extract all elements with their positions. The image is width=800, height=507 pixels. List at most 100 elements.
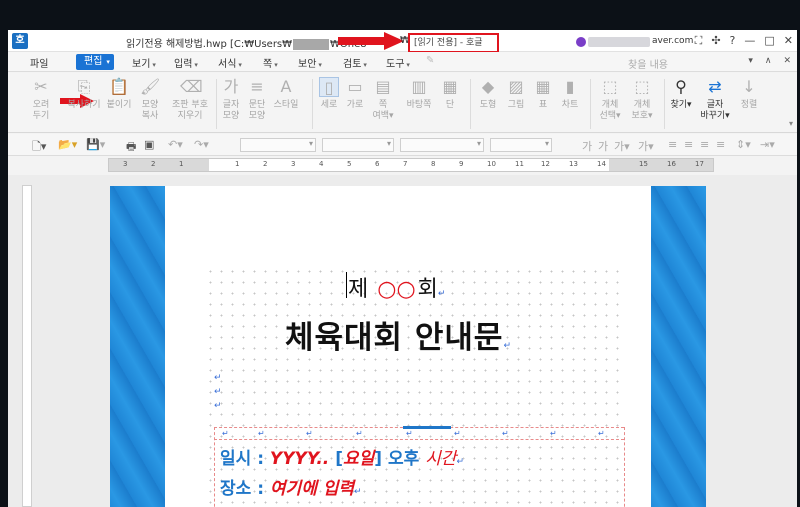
char-shape-button[interactable]: 가 글자 모양 bbox=[220, 77, 242, 122]
menu-tools[interactable]: 도구 ▾ bbox=[386, 55, 410, 70]
columns-button[interactable]: ▦ 단 bbox=[440, 77, 460, 111]
protect-object-button[interactable]: ⬚ 개체 보호▾ bbox=[628, 77, 656, 122]
protect-object-label: 개체 보호▾ bbox=[631, 100, 653, 121]
undo-icon[interactable]: ↶▾ bbox=[168, 138, 183, 151]
maximize-icon[interactable]: □ bbox=[764, 34, 774, 48]
align-left-icon[interactable]: ≡ bbox=[668, 138, 677, 151]
menu-file[interactable]: 파일 bbox=[30, 55, 48, 70]
portrait-label: 세로 bbox=[320, 100, 338, 110]
place-line[interactable]: 장소 : 여기에 입력↵ bbox=[220, 474, 362, 499]
table-button[interactable]: ▦ 표 bbox=[532, 77, 554, 111]
minimize-icon[interactable]: — bbox=[744, 34, 755, 48]
return-mark-icon: ↵ bbox=[550, 429, 557, 438]
clipboard-icon: 📋 bbox=[109, 77, 129, 96]
font-dropdown[interactable] bbox=[400, 138, 484, 152]
landscape-button[interactable]: ▭ 가로 bbox=[344, 77, 366, 111]
master-page-icon: ▥ bbox=[411, 77, 427, 96]
master-page-button[interactable]: ▥ 바탕쪽 bbox=[402, 77, 436, 111]
search-dropdown-icon[interactable]: ▾ bbox=[748, 56, 753, 66]
return-mark-icon: ↵ bbox=[306, 429, 313, 438]
document-workspace[interactable]: 제 ○○회↵ 체육대회 안내문↵ ↵ ↵ ↵ ↵ ↵ ↵ ↵ ↵ ↵ ↵ ↵ ↵ bbox=[8, 175, 797, 507]
find-label: 찾기▾ bbox=[670, 100, 692, 110]
bold-icon[interactable]: 가 bbox=[582, 138, 592, 154]
table-icon: ▦ bbox=[535, 77, 551, 96]
menu-review[interactable]: 검토 ▾ bbox=[343, 55, 367, 70]
landscape-label: 가로 bbox=[346, 100, 364, 110]
italic-icon[interactable]: 가 bbox=[598, 138, 608, 154]
line-spacing-icon[interactable]: ⇕▾ bbox=[736, 138, 751, 151]
new-doc-icon[interactable]: 🗋▾ bbox=[32, 138, 46, 157]
align-right-icon[interactable]: ≡ bbox=[700, 138, 709, 151]
menu-format[interactable]: 서식 ▾ bbox=[218, 55, 242, 70]
ribbon-scroll-icon[interactable]: ▾ bbox=[789, 119, 793, 128]
clear-markup-button[interactable]: ⌫ 조판 부호 지우기 bbox=[168, 77, 212, 122]
chevron-down-icon: ▾ bbox=[318, 61, 322, 69]
hangul-app-icon[interactable]: 호 bbox=[12, 33, 28, 49]
ruler-number: 14 bbox=[597, 160, 606, 168]
format-copy-button[interactable]: 🖌 모양 복사 bbox=[136, 77, 164, 122]
round-heading[interactable]: 제 ○○회↵ bbox=[348, 271, 445, 303]
shape-icon: ◆ bbox=[481, 77, 495, 96]
font-lang-dropdown[interactable] bbox=[322, 138, 394, 152]
menu-view-label: 보기 bbox=[132, 59, 151, 70]
chart-icon: ▮ bbox=[565, 77, 575, 96]
search-input[interactable]: 찾을 내용 bbox=[628, 56, 668, 71]
date-line[interactable]: 일시 : YYYY.. [요일] 오후 시간↵ bbox=[220, 444, 464, 469]
preview-icon[interactable]: ▣ bbox=[144, 138, 154, 151]
save-icon[interactable]: 💾▾ bbox=[86, 138, 105, 151]
close-doc-icon[interactable]: ✕ bbox=[783, 56, 791, 66]
replace-icon: ⇄ bbox=[708, 77, 722, 96]
redo-icon[interactable]: ↷▾ bbox=[194, 138, 209, 151]
spellcheck-icon[interactable]: ✎ bbox=[426, 55, 434, 66]
menu-insert[interactable]: 입력 ▾ bbox=[174, 55, 198, 70]
horizontal-ruler[interactable]: 3 2 1 1 2 3 4 5 6 7 8 9 10 11 12 13 14 1… bbox=[108, 158, 714, 172]
shape-button[interactable]: ◆ 도형 bbox=[476, 77, 500, 111]
indent-icon[interactable]: ⇥▾ bbox=[760, 138, 775, 151]
copy-button[interactable]: ⎘ 복사하기 bbox=[60, 77, 108, 111]
cut-button[interactable]: ✂ 오려 두기 bbox=[26, 77, 56, 122]
select-object-button[interactable]: ⬚ 개체 선택▾ bbox=[596, 77, 624, 122]
page-margin-button[interactable]: ▤ 쪽 여백▾ bbox=[368, 77, 398, 122]
return-mark-icon: ↵ bbox=[437, 289, 446, 299]
menu-edit[interactable]: 편집 ▾ bbox=[76, 54, 114, 70]
close-icon[interactable]: ✕ bbox=[784, 34, 793, 48]
table-border bbox=[214, 439, 624, 440]
fullscreen-icon[interactable]: ⛶ bbox=[695, 34, 703, 48]
menu-insert-label: 입력 bbox=[174, 59, 193, 70]
return-mark-icon: ↵ bbox=[456, 457, 464, 467]
font-size-dropdown[interactable] bbox=[490, 138, 552, 152]
picture-button[interactable]: ▨ 그림 bbox=[504, 77, 528, 111]
main-title[interactable]: 체육대회 안내문↵ bbox=[285, 312, 512, 357]
menu-security[interactable]: 보안 ▾ bbox=[298, 55, 322, 70]
style-dropdown[interactable] bbox=[240, 138, 316, 152]
ruler-number: 10 bbox=[487, 160, 496, 168]
align-center-icon[interactable]: ≡ bbox=[684, 138, 693, 151]
portrait-button[interactable]: ▯ 세로 bbox=[318, 77, 340, 111]
style-button[interactable]: A 스타일 bbox=[272, 77, 300, 111]
menu-view[interactable]: 보기 ▾ bbox=[132, 55, 156, 70]
table-label: 표 bbox=[538, 100, 548, 110]
para-shape-button[interactable]: ≡ 문단 모양 bbox=[246, 77, 268, 122]
document-page[interactable]: 제 ○○회↵ 체육대회 안내문↵ ↵ ↵ ↵ ↵ ↵ ↵ ↵ ↵ ↵ ↵ ↵ ↵ bbox=[110, 186, 706, 507]
collapse-ribbon-icon[interactable]: ∧ bbox=[765, 56, 772, 66]
open-folder-icon[interactable]: 📂▾ bbox=[58, 138, 77, 151]
justify-icon[interactable]: ≡ bbox=[716, 138, 725, 151]
underline-icon[interactable]: 가▾ bbox=[614, 138, 630, 154]
font-color-icon[interactable]: 가▾ bbox=[638, 138, 654, 154]
vertical-ruler[interactable] bbox=[22, 185, 32, 507]
chart-button[interactable]: ▮ 차트 bbox=[558, 77, 582, 111]
sort-button[interactable]: ↓ 정렬 bbox=[736, 77, 762, 111]
menu-page[interactable]: 쪽 ▾ bbox=[263, 55, 278, 70]
replace-button[interactable]: ⇄ 글자 바꾸기▾ bbox=[698, 77, 732, 122]
print-icon[interactable]: 🖶 bbox=[126, 138, 136, 157]
move-icon[interactable]: ✣ bbox=[711, 34, 720, 48]
ruler-number: 2 bbox=[151, 160, 156, 168]
picture-icon: ▨ bbox=[508, 77, 524, 96]
chevron-down-icon: ▾ bbox=[152, 61, 156, 69]
char-shape-icon: 가 bbox=[223, 77, 239, 96]
menu-security-label: 보안 bbox=[298, 59, 317, 70]
ribbon-separator bbox=[216, 79, 217, 129]
find-button[interactable]: ⚲ 찾기▾ bbox=[668, 77, 694, 111]
help-icon[interactable]: ? bbox=[730, 34, 736, 48]
paste-button[interactable]: 📋 붙이기 bbox=[104, 77, 134, 111]
